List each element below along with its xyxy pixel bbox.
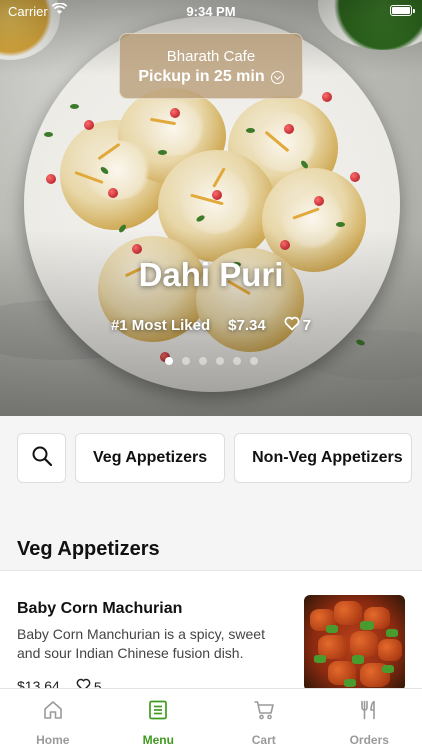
search-icon bbox=[31, 445, 53, 472]
section-title: Veg Appetizers bbox=[17, 538, 160, 560]
orders-icon bbox=[358, 699, 380, 726]
category-bar: Veg Appetizers Non-Veg Appetizers bbox=[17, 433, 412, 483]
featured-likes-count: 7 bbox=[302, 317, 312, 334]
cart-icon bbox=[253, 699, 275, 726]
tab-orders-label: Orders bbox=[349, 733, 389, 747]
carousel-dot[interactable] bbox=[232, 357, 241, 365]
cafe-name: Bharath Cafe bbox=[166, 48, 256, 65]
search-button[interactable] bbox=[17, 433, 66, 483]
menu-item-card[interactable]: Baby Corn Machurian Baby Corn Manchurian… bbox=[0, 570, 422, 695]
carousel-dot[interactable] bbox=[164, 357, 173, 365]
item-photo[interactable] bbox=[304, 595, 405, 691]
home-icon bbox=[42, 699, 64, 726]
carousel-dot[interactable] bbox=[215, 357, 224, 365]
carousel-indicator[interactable] bbox=[0, 357, 422, 365]
category-chip-non-veg-appetizers[interactable]: Non-Veg Appetizers bbox=[234, 433, 412, 483]
tab-home-label: Home bbox=[36, 733, 70, 747]
tab-orders[interactable]: Orders bbox=[317, 689, 422, 750]
status-bar: Carrier 9:34 PM bbox=[0, 0, 422, 22]
tab-home[interactable]: Home bbox=[0, 689, 106, 750]
menu-icon bbox=[147, 699, 169, 726]
category-chip-veg-appetizers[interactable]: Veg Appetizers bbox=[75, 433, 226, 483]
featured-dish-title: Dahi Puri bbox=[138, 256, 284, 293]
tab-menu[interactable]: Menu bbox=[106, 689, 212, 750]
hero-banner[interactable]: Carrier 9:34 PM Bharath Cafe Pickup in 2… bbox=[0, 0, 422, 416]
tab-menu-label: Menu bbox=[142, 733, 174, 747]
featured-price: $7.34 bbox=[228, 317, 266, 334]
tab-cart-label: Cart bbox=[251, 733, 276, 747]
pickup-time: Pickup in 25 min bbox=[138, 68, 265, 85]
tab-bar: Home Menu Cart Orders bbox=[0, 688, 422, 750]
battery-icon bbox=[390, 5, 415, 16]
pickup-selector[interactable]: Bharath Cafe Pickup in 25 min bbox=[119, 33, 303, 99]
carousel-dot[interactable] bbox=[198, 357, 207, 365]
item-description: Baby Corn Manchurian is a spicy, sweet a… bbox=[17, 626, 265, 661]
featured-dish-meta: #1 Most Liked $7.34 7 bbox=[0, 316, 422, 335]
rank-label: #1 Most Liked bbox=[110, 317, 211, 334]
carousel-dot[interactable] bbox=[181, 357, 190, 365]
tab-cart[interactable]: Cart bbox=[211, 689, 317, 750]
heart-icon[interactable] bbox=[284, 316, 300, 335]
status-time: 9:34 PM bbox=[186, 4, 236, 19]
carousel-dot[interactable] bbox=[249, 357, 258, 365]
item-name: Baby Corn Machurian bbox=[17, 600, 183, 617]
chevron-down-icon bbox=[270, 70, 284, 84]
